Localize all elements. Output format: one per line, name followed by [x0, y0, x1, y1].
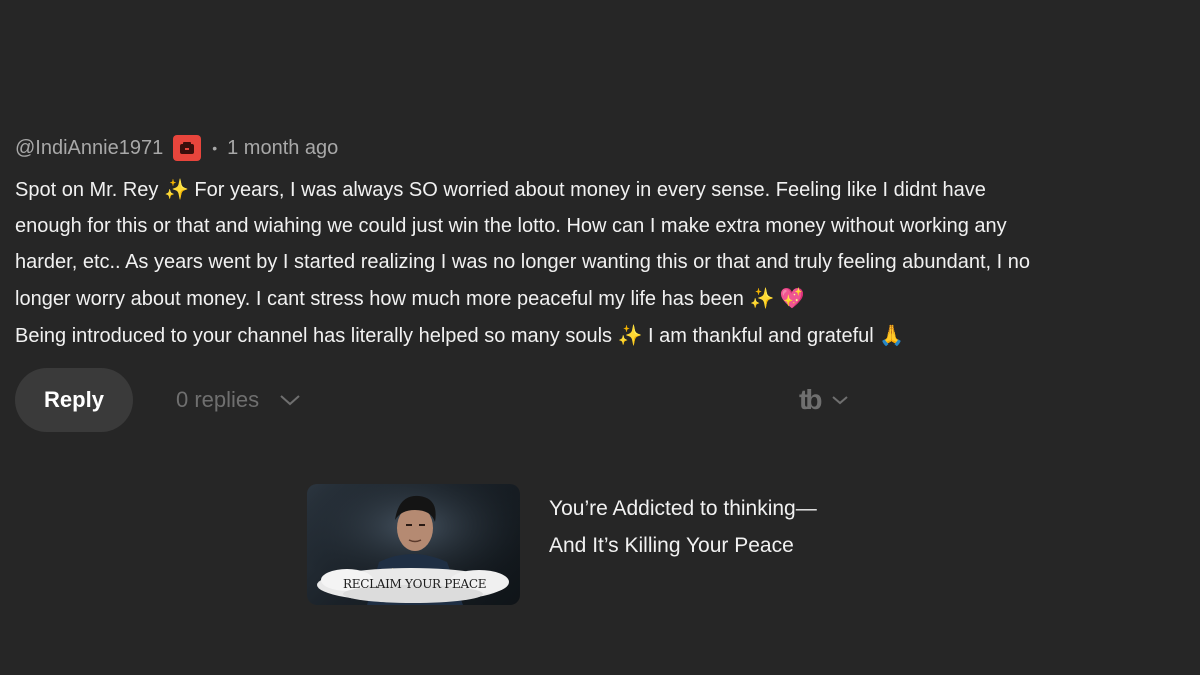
comment-actions: Reply 0 replies tb	[15, 368, 885, 432]
folded-hands-icon: 🙏	[879, 323, 905, 347]
sparkling-heart-icon: 💖	[779, 286, 805, 310]
comment-page: @IndiAnnie1971 • 1 month ago Spot on Mr.…	[0, 0, 1200, 675]
video-card[interactable]: RECLAIM YOUR PEACE You’re Addicted to th…	[307, 484, 867, 605]
sparkles-icon: ✨	[749, 286, 775, 310]
video-thumbnail[interactable]: RECLAIM YOUR PEACE	[307, 484, 520, 605]
comment-body: Spot on Mr. Rey ✨ For years, I was alway…	[15, 171, 1190, 354]
comment-meta: @IndiAnnie1971 • 1 month ago	[15, 134, 1190, 162]
comment-line: longer worry about money. I cant stress …	[15, 286, 805, 310]
thumbnail-caption: RECLAIM YOUR PEACE	[343, 577, 487, 591]
comment-line: enough for this or that and wiahing we c…	[15, 215, 1007, 237]
chevron-down-icon	[832, 396, 849, 405]
comment-timestamp[interactable]: 1 month ago	[227, 137, 338, 160]
comment-line: harder, etc.. As years went by I started…	[15, 251, 1031, 273]
comment: @IndiAnnie1971 • 1 month ago Spot on Mr.…	[15, 134, 1190, 354]
comment-line: Being introduced to your channel has lit…	[15, 323, 905, 347]
comment-line: Spot on Mr. Rey ✨ For years, I was alway…	[15, 177, 986, 201]
sparkles-icon: ✨	[617, 323, 643, 347]
tubebuddy-logo: tb	[799, 384, 823, 415]
replies-count: 0 replies	[176, 387, 260, 412]
meta-separator: •	[212, 140, 218, 156]
membership-badge-icon	[173, 135, 202, 161]
replies-toggle[interactable]: 0 replies	[176, 368, 301, 432]
extension-menu-button[interactable]: tb	[799, 368, 849, 432]
sparkles-icon: ✨	[163, 177, 189, 201]
video-title[interactable]: You’re Addicted to thinking— And It’s Ki…	[549, 490, 869, 564]
comment-author[interactable]: @IndiAnnie1971	[15, 137, 163, 160]
chevron-down-icon	[280, 395, 300, 406]
reply-button[interactable]: Reply	[15, 368, 133, 432]
